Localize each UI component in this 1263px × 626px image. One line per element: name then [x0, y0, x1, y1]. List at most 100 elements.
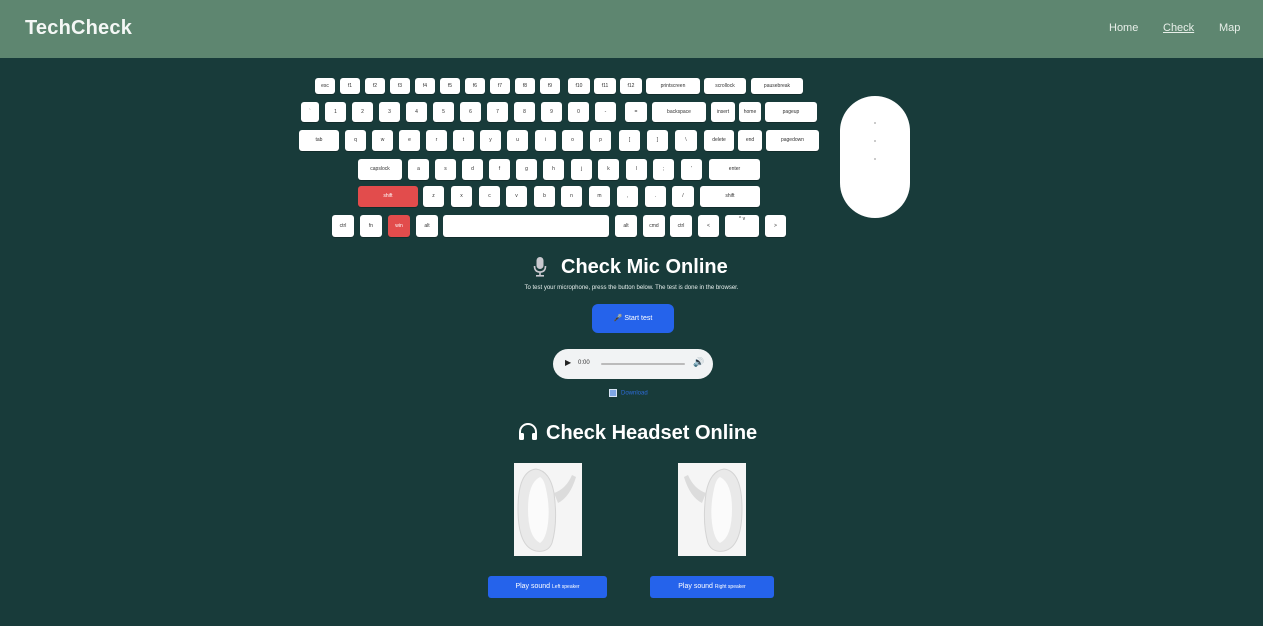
key-capslock[interactable]: capslock [358, 159, 402, 180]
key-shift-left[interactable]: shift [358, 186, 418, 207]
key-a[interactable]: a [408, 159, 429, 180]
key-d[interactable]: d [462, 159, 483, 180]
key-g[interactable]: g [516, 159, 537, 180]
key-m[interactable]: m [589, 186, 610, 207]
play-icon[interactable]: ▶ [565, 358, 571, 367]
key-2[interactable]: 2 [352, 102, 373, 122]
key-3[interactable]: 3 [379, 102, 400, 122]
key-cmd[interactable]: cmd [643, 215, 665, 237]
key-shift-right[interactable]: shift [700, 186, 760, 207]
key-p[interactable]: p [590, 130, 611, 151]
audio-progress-track[interactable] [601, 363, 685, 365]
key-arrow-up-down[interactable]: ^ v [725, 215, 759, 237]
key-f4[interactable]: f4 [415, 78, 435, 94]
key-c[interactable]: c [479, 186, 500, 207]
key-h[interactable]: h [543, 159, 564, 180]
key-printscreen[interactable]: printscreen [646, 78, 700, 94]
key-arrow-left[interactable]: < [698, 215, 719, 237]
key-f10[interactable]: f10 [568, 78, 590, 94]
key-pageup[interactable]: pageup [765, 102, 817, 122]
key-quote[interactable]: ' [681, 159, 702, 180]
brand-logo[interactable]: TechCheck [25, 17, 132, 40]
nav-home[interactable]: Home [1109, 22, 1138, 34]
key-f3[interactable]: f3 [390, 78, 410, 94]
key-delete[interactable]: delete [704, 130, 734, 151]
nav-check[interactable]: Check [1163, 22, 1194, 34]
key-arrow-right[interactable]: > [765, 215, 786, 237]
key-n[interactable]: n [561, 186, 582, 207]
key-b[interactable]: b [534, 186, 555, 207]
key-minus[interactable]: - [595, 102, 616, 122]
key-u[interactable]: u [507, 130, 528, 151]
key-win[interactable]: win [388, 215, 410, 237]
key-z[interactable]: z [423, 186, 444, 207]
key-k[interactable]: k [598, 159, 619, 180]
microphone-icon [533, 257, 547, 277]
key-scrollock[interactable]: scrollock [704, 78, 746, 94]
key-equals[interactable]: = [625, 102, 647, 122]
key-ctrl-left[interactable]: ctrl [332, 215, 354, 237]
key-fn[interactable]: fn [360, 215, 382, 237]
key-f7[interactable]: f7 [490, 78, 510, 94]
key-i[interactable]: i [535, 130, 556, 151]
key-enter[interactable]: enter [709, 159, 760, 180]
key-end[interactable]: end [738, 130, 762, 151]
key-1[interactable]: 1 [325, 102, 346, 122]
key-bracket-right[interactable]: ] [647, 130, 668, 151]
key-8[interactable]: 8 [514, 102, 535, 122]
key-9[interactable]: 9 [541, 102, 562, 122]
key-j[interactable]: j [571, 159, 592, 180]
key-f8[interactable]: f8 [515, 78, 535, 94]
key-e[interactable]: e [399, 130, 420, 151]
key-insert[interactable]: insert [711, 102, 735, 122]
key-f6[interactable]: f6 [465, 78, 485, 94]
key-v[interactable]: v [506, 186, 527, 207]
play-left-speaker-button[interactable]: Play sound Left speaker [488, 576, 607, 598]
key-backslash[interactable]: \ [675, 130, 697, 151]
volume-icon[interactable]: 🔊 [693, 357, 704, 368]
key-l[interactable]: l [626, 159, 647, 180]
audio-player[interactable]: ▶ 0:00 🔊 [553, 349, 713, 379]
key-5[interactable]: 5 [433, 102, 454, 122]
key-4[interactable]: 4 [406, 102, 427, 122]
play-right-speaker-button[interactable]: Play sound Right speaker [650, 576, 774, 598]
key-tab[interactable]: tab [299, 130, 339, 151]
key-slash[interactable]: / [672, 186, 694, 207]
key-bracket-left[interactable]: [ [619, 130, 640, 151]
key-f2[interactable]: f2 [365, 78, 385, 94]
key-t[interactable]: t [453, 130, 474, 151]
key-period[interactable]: . [645, 186, 666, 207]
key-f12[interactable]: f12 [620, 78, 642, 94]
key-semicolon[interactable]: ; [653, 159, 674, 180]
key-6[interactable]: 6 [460, 102, 481, 122]
key-f1[interactable]: f1 [340, 78, 360, 94]
key-f[interactable]: f [489, 159, 510, 180]
key-ctrl-right[interactable]: ctrl [670, 215, 692, 237]
key-f9[interactable]: f9 [540, 78, 560, 94]
key-w[interactable]: w [372, 130, 393, 151]
key-pagedown[interactable]: pagedown [766, 130, 819, 151]
key-0[interactable]: 0 [568, 102, 589, 122]
key-backtick[interactable]: ` [301, 102, 319, 122]
key-s[interactable]: s [435, 159, 456, 180]
key-pausebreak[interactable]: pausebreak [751, 78, 803, 94]
virtual-mouse[interactable] [840, 96, 910, 218]
key-backspace[interactable]: backspace [652, 102, 706, 122]
download-link[interactable]: Download [609, 389, 648, 397]
key-q[interactable]: q [345, 130, 366, 151]
nav-map[interactable]: Map [1219, 22, 1240, 34]
key-alt-right[interactable]: alt [615, 215, 637, 237]
key-7[interactable]: 7 [487, 102, 508, 122]
key-esc[interactable]: esc [315, 78, 335, 94]
key-o[interactable]: o [562, 130, 583, 151]
key-x[interactable]: x [451, 186, 472, 207]
key-home[interactable]: home [739, 102, 761, 122]
key-f5[interactable]: f5 [440, 78, 460, 94]
start-test-button[interactable]: 🎤 Start test [592, 304, 674, 333]
key-alt-left[interactable]: alt [416, 215, 438, 237]
key-f11[interactable]: f11 [594, 78, 616, 94]
key-space[interactable] [443, 215, 609, 237]
key-r[interactable]: r [426, 130, 447, 151]
key-y[interactable]: y [480, 130, 501, 151]
key-comma[interactable]: , [617, 186, 638, 207]
